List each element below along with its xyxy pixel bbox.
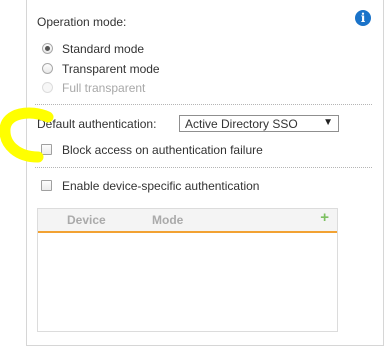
radio-standard-mode[interactable] — [42, 43, 53, 54]
column-header-mode[interactable]: Mode — [152, 213, 183, 227]
info-icon[interactable]: i — [355, 10, 371, 26]
default-authentication-value: Active Directory SSO — [185, 117, 298, 131]
device-table: Device Mode + — [37, 208, 338, 332]
chevron-down-icon: ▼ — [323, 117, 333, 128]
plus-icon[interactable]: + — [320, 209, 329, 226]
column-header-device[interactable]: Device — [67, 213, 106, 227]
operation-mode-label: Operation mode: — [37, 15, 127, 29]
divider — [35, 104, 372, 105]
block-access-label[interactable]: Block access on authentication failure — [62, 143, 263, 157]
full-transparent-label: Full transparent — [62, 81, 146, 95]
radio-full-transparent — [42, 82, 53, 93]
yellow-highlight-annotation — [0, 107, 54, 163]
transparent-mode-label[interactable]: Transparent mode — [62, 62, 160, 76]
device-specific-label[interactable]: Enable device-specific authentication — [62, 179, 259, 193]
device-table-header: Device Mode + — [38, 209, 337, 233]
default-authentication-select[interactable]: Active Directory SSO ▼ — [179, 115, 339, 132]
authentication-settings-panel: Operation mode: i Standard mode Transpar… — [26, 0, 384, 346]
device-specific-checkbox[interactable] — [41, 180, 52, 191]
divider — [35, 167, 372, 168]
standard-mode-label[interactable]: Standard mode — [62, 42, 144, 56]
radio-transparent-mode[interactable] — [42, 63, 53, 74]
